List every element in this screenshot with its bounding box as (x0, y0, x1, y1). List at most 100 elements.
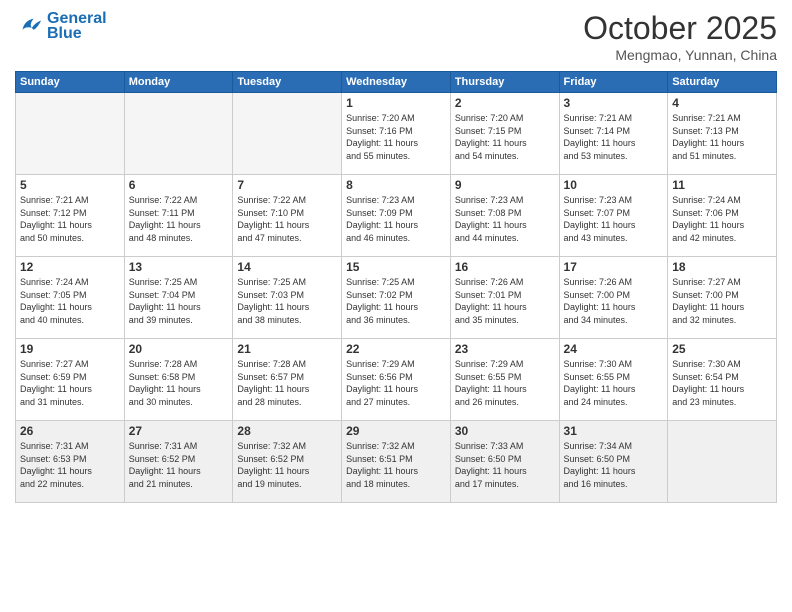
day-info: Sunrise: 7:24 AM Sunset: 7:06 PM Dayligh… (672, 194, 772, 244)
day-info: Sunrise: 7:31 AM Sunset: 6:53 PM Dayligh… (20, 440, 120, 490)
calendar-cell: 7 Sunrise: 7:22 AM Sunset: 7:10 PM Daylig… (233, 175, 342, 257)
day-info: Sunrise: 7:34 AM Sunset: 6:50 PM Dayligh… (564, 440, 664, 490)
day-info: Sunrise: 7:29 AM Sunset: 6:56 PM Dayligh… (346, 358, 446, 408)
day-number: 30 (455, 424, 555, 438)
day-number: 7 (237, 178, 337, 192)
calendar-cell: 11 Sunrise: 7:24 AM Sunset: 7:06 PM Dayli… (668, 175, 777, 257)
calendar-cell: 22 Sunrise: 7:29 AM Sunset: 6:56 PM Dayli… (342, 339, 451, 421)
calendar-cell: 12Sunrise: 7:24 AM Sunset: 7:05 PM Dayli… (16, 257, 125, 339)
logo-text: General Blue (47, 10, 107, 43)
calendar-cell: 5 Sunrise: 7:21 AM Sunset: 7:12 PM Daylig… (16, 175, 125, 257)
day-number: 5 (20, 178, 120, 192)
calendar-cell: 4 Sunrise: 7:21 AM Sunset: 7:13 PM Daylig… (668, 93, 777, 175)
calendar-cell: 27 Sunrise: 7:31 AM Sunset: 6:52 PM Dayli… (124, 421, 233, 503)
day-info: Sunrise: 7:25 AM Sunset: 7:03 PM Dayligh… (237, 276, 337, 326)
calendar-cell: 26 Sunrise: 7:31 AM Sunset: 6:53 PM Dayli… (16, 421, 125, 503)
calendar-cell: 8 Sunrise: 7:23 AM Sunset: 7:09 PM Daylig… (342, 175, 451, 257)
day-info: Sunrise: 7:32 AM Sunset: 6:52 PM Dayligh… (237, 440, 337, 490)
day-number: 1 (346, 96, 446, 110)
day-number: 10 (564, 178, 664, 192)
day-info: Sunrise: 7:31 AM Sunset: 6:52 PM Dayligh… (129, 440, 229, 490)
calendar-cell: 13Sunrise: 7:25 AM Sunset: 7:04 PM Dayli… (124, 257, 233, 339)
calendar-cell (124, 93, 233, 175)
day-info: Sunrise: 7:26 AM Sunset: 7:01 PM Dayligh… (455, 276, 555, 326)
day-number: 18 (672, 260, 772, 274)
day-number: 11 (672, 178, 772, 192)
calendar-cell: 23 Sunrise: 7:29 AM Sunset: 6:55 PM Dayli… (450, 339, 559, 421)
header: General Blue October 2025 Mengmao, Yunna… (15, 10, 777, 63)
day-number: 25 (672, 342, 772, 356)
weekday-header-tuesday: Tuesday (233, 72, 342, 93)
weekday-header-saturday: Saturday (668, 72, 777, 93)
day-info: Sunrise: 7:21 AM Sunset: 7:13 PM Dayligh… (672, 112, 772, 162)
day-number: 27 (129, 424, 229, 438)
day-info: Sunrise: 7:22 AM Sunset: 7:11 PM Dayligh… (129, 194, 229, 244)
day-number: 8 (346, 178, 446, 192)
calendar-cell: 16 Sunrise: 7:26 AM Sunset: 7:01 PM Dayli… (450, 257, 559, 339)
calendar-cell: 28 Sunrise: 7:32 AM Sunset: 6:52 PM Dayli… (233, 421, 342, 503)
day-number: 21 (237, 342, 337, 356)
calendar-cell: 14Sunrise: 7:25 AM Sunset: 7:03 PM Dayli… (233, 257, 342, 339)
calendar-cell: 25 Sunrise: 7:30 AM Sunset: 6:54 PM Dayli… (668, 339, 777, 421)
day-number: 24 (564, 342, 664, 356)
weekday-header-sunday: Sunday (16, 72, 125, 93)
day-number: 12 (20, 260, 120, 274)
day-info: Sunrise: 7:27 AM Sunset: 6:59 PM Dayligh… (20, 358, 120, 408)
calendar-cell: 24 Sunrise: 7:30 AM Sunset: 6:55 PM Dayli… (559, 339, 668, 421)
day-number: 2 (455, 96, 555, 110)
day-info: Sunrise: 7:20 AM Sunset: 7:15 PM Dayligh… (455, 112, 555, 162)
logo: General Blue (15, 10, 107, 43)
weekday-header-wednesday: Wednesday (342, 72, 451, 93)
month-title: October 2025 (583, 10, 777, 47)
calendar-cell: 15Sunrise: 7:25 AM Sunset: 7:02 PM Dayli… (342, 257, 451, 339)
day-number: 4 (672, 96, 772, 110)
calendar-cell: 2 Sunrise: 7:20 AM Sunset: 7:15 PM Daylig… (450, 93, 559, 175)
calendar-cell: 18 Sunrise: 7:27 AM Sunset: 7:00 PM Dayli… (668, 257, 777, 339)
day-number: 16 (455, 260, 555, 274)
day-number: 29 (346, 424, 446, 438)
day-number: 9 (455, 178, 555, 192)
day-number: 13 (129, 260, 229, 274)
logo-icon (15, 13, 43, 41)
calendar-cell: 30 Sunrise: 7:33 AM Sunset: 6:50 PM Dayli… (450, 421, 559, 503)
calendar-cell (668, 421, 777, 503)
day-info: Sunrise: 7:23 AM Sunset: 7:09 PM Dayligh… (346, 194, 446, 244)
day-number: 23 (455, 342, 555, 356)
day-info: Sunrise: 7:20 AM Sunset: 7:16 PM Dayligh… (346, 112, 446, 162)
day-number: 22 (346, 342, 446, 356)
week-row-5: 26 Sunrise: 7:31 AM Sunset: 6:53 PM Dayli… (16, 421, 777, 503)
day-info: Sunrise: 7:30 AM Sunset: 6:54 PM Dayligh… (672, 358, 772, 408)
day-info: Sunrise: 7:30 AM Sunset: 6:55 PM Dayligh… (564, 358, 664, 408)
day-info: Sunrise: 7:22 AM Sunset: 7:10 PM Dayligh… (237, 194, 337, 244)
calendar: SundayMondayTuesdayWednesdayThursdayFrid… (15, 71, 777, 503)
calendar-cell (233, 93, 342, 175)
week-row-3: 12Sunrise: 7:24 AM Sunset: 7:05 PM Dayli… (16, 257, 777, 339)
day-number: 19 (20, 342, 120, 356)
day-info: Sunrise: 7:33 AM Sunset: 6:50 PM Dayligh… (455, 440, 555, 490)
day-info: Sunrise: 7:21 AM Sunset: 7:14 PM Dayligh… (564, 112, 664, 162)
location: Mengmao, Yunnan, China (583, 47, 777, 63)
day-number: 31 (564, 424, 664, 438)
day-info: Sunrise: 7:25 AM Sunset: 7:02 PM Dayligh… (346, 276, 446, 326)
calendar-cell: 10Sunrise: 7:23 AM Sunset: 7:07 PM Dayli… (559, 175, 668, 257)
day-number: 6 (129, 178, 229, 192)
calendar-cell (16, 93, 125, 175)
day-info: Sunrise: 7:27 AM Sunset: 7:00 PM Dayligh… (672, 276, 772, 326)
calendar-cell: 19 Sunrise: 7:27 AM Sunset: 6:59 PM Dayli… (16, 339, 125, 421)
day-number: 17 (564, 260, 664, 274)
weekday-header-friday: Friday (559, 72, 668, 93)
day-info: Sunrise: 7:28 AM Sunset: 6:57 PM Dayligh… (237, 358, 337, 408)
page: General Blue October 2025 Mengmao, Yunna… (0, 0, 792, 612)
day-info: Sunrise: 7:21 AM Sunset: 7:12 PM Dayligh… (20, 194, 120, 244)
weekday-header-thursday: Thursday (450, 72, 559, 93)
calendar-cell: 1 Sunrise: 7:20 AM Sunset: 7:16 PM Daylig… (342, 93, 451, 175)
day-number: 28 (237, 424, 337, 438)
day-number: 26 (20, 424, 120, 438)
weekday-header-row: SundayMondayTuesdayWednesdayThursdayFrid… (16, 72, 777, 93)
day-info: Sunrise: 7:23 AM Sunset: 7:08 PM Dayligh… (455, 194, 555, 244)
title-block: October 2025 Mengmao, Yunnan, China (583, 10, 777, 63)
day-info: Sunrise: 7:26 AM Sunset: 7:00 PM Dayligh… (564, 276, 664, 326)
day-number: 20 (129, 342, 229, 356)
day-info: Sunrise: 7:28 AM Sunset: 6:58 PM Dayligh… (129, 358, 229, 408)
day-info: Sunrise: 7:29 AM Sunset: 6:55 PM Dayligh… (455, 358, 555, 408)
